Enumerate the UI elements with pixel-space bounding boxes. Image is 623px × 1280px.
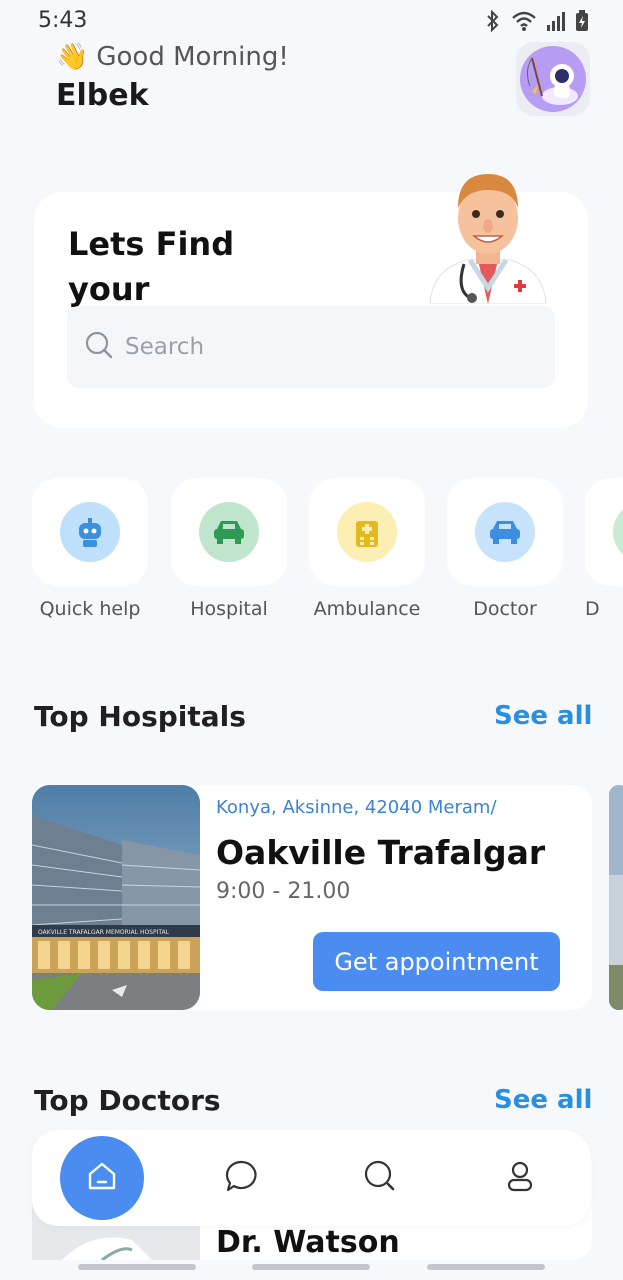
category-list: Quick help Hospital Ambulance Doctor D — [32, 478, 623, 628]
hospital-card[interactable]: OAKVILLE TRAFALGAR MEMORIAL HOSPITAL Kon… — [32, 785, 592, 1010]
bottom-navigation — [32, 1130, 590, 1226]
status-bar: 5:43 — [0, 0, 623, 44]
profile-icon — [503, 1159, 537, 1197]
hospitals-see-all-link[interactable]: See all — [494, 701, 592, 731]
hospital-building-icon — [337, 502, 397, 562]
battery-icon — [575, 10, 589, 36]
get-appointment-button[interactable]: Get appointment — [313, 932, 560, 991]
hero-title: Lets Find your — [68, 225, 235, 308]
nav-chat-button[interactable] — [224, 1160, 260, 1196]
search-icon — [363, 1159, 397, 1197]
waving-hand-icon: 👋 — [56, 42, 89, 72]
astronaut-avatar-icon — [520, 46, 586, 112]
search-bar[interactable]: Search — [67, 306, 555, 388]
gesture-bar-left — [78, 1264, 196, 1270]
doctors-see-all-link[interactable]: See all — [494, 1085, 592, 1115]
hospital-address: Konya, Aksinne, 42040 Meram/ — [216, 797, 497, 818]
category-label: D — [585, 598, 600, 620]
hospital-hours: 9:00 - 21.00 — [216, 879, 351, 904]
category-card[interactable] — [309, 478, 425, 586]
greeting-text: Good Morning! — [96, 42, 289, 72]
category-hospital[interactable]: Hospital — [171, 478, 287, 620]
top-hospitals-title: Top Hospitals — [34, 700, 246, 733]
nav-home-button[interactable] — [60, 1136, 144, 1220]
greeting: 👋 Good Morning! — [56, 42, 289, 72]
car-icon — [475, 502, 535, 562]
status-time: 5:43 — [38, 8, 88, 33]
category-card[interactable] — [171, 478, 287, 586]
category-ambulance[interactable]: Ambulance — [309, 478, 425, 620]
category-quick-help[interactable]: Quick help — [32, 478, 148, 620]
car-icon — [199, 502, 259, 562]
hospital-name: Oakville Trafalgar — [216, 833, 546, 872]
nav-profile-button[interactable] — [502, 1160, 538, 1196]
robot-icon — [60, 502, 120, 562]
hospital-image: OAKVILLE TRAFALGAR MEMORIAL HOSPITAL — [32, 785, 200, 1010]
status-icons — [483, 9, 589, 36]
hero-card: Lets Find your Search — [34, 174, 588, 428]
gesture-bar-right — [427, 1264, 545, 1270]
category-card[interactable] — [585, 478, 623, 586]
category-partial[interactable]: D — [585, 478, 623, 620]
top-doctors-title: Top Doctors — [34, 1084, 221, 1117]
car-icon — [613, 502, 623, 562]
avatar[interactable] — [516, 42, 590, 116]
signal-icon — [545, 10, 567, 36]
hospital-sign: OAKVILLE TRAFALGAR MEMORIAL HOSPITAL — [38, 929, 170, 936]
category-card[interactable] — [32, 478, 148, 586]
category-card[interactable] — [447, 478, 563, 586]
chat-icon — [225, 1159, 259, 1197]
doctor-name: Dr. Watson — [216, 1225, 400, 1260]
next-hospital-card-peek[interactable] — [609, 785, 623, 1010]
doctor-illustration — [426, 160, 550, 304]
category-label: Ambulance — [313, 598, 421, 620]
home-icon — [85, 1159, 119, 1197]
category-label: Hospital — [190, 598, 268, 620]
category-label: Quick help — [39, 598, 141, 620]
gesture-bar-center — [252, 1264, 370, 1270]
search-icon — [85, 331, 113, 363]
search-input[interactable]: Search — [125, 334, 204, 360]
category-label: Doctor — [473, 598, 537, 620]
wifi-icon — [511, 10, 537, 36]
category-doctor[interactable]: Doctor — [447, 478, 563, 620]
bluetooth-icon — [483, 9, 503, 36]
nav-search-button[interactable] — [362, 1160, 398, 1196]
username: Elbek — [56, 78, 149, 113]
